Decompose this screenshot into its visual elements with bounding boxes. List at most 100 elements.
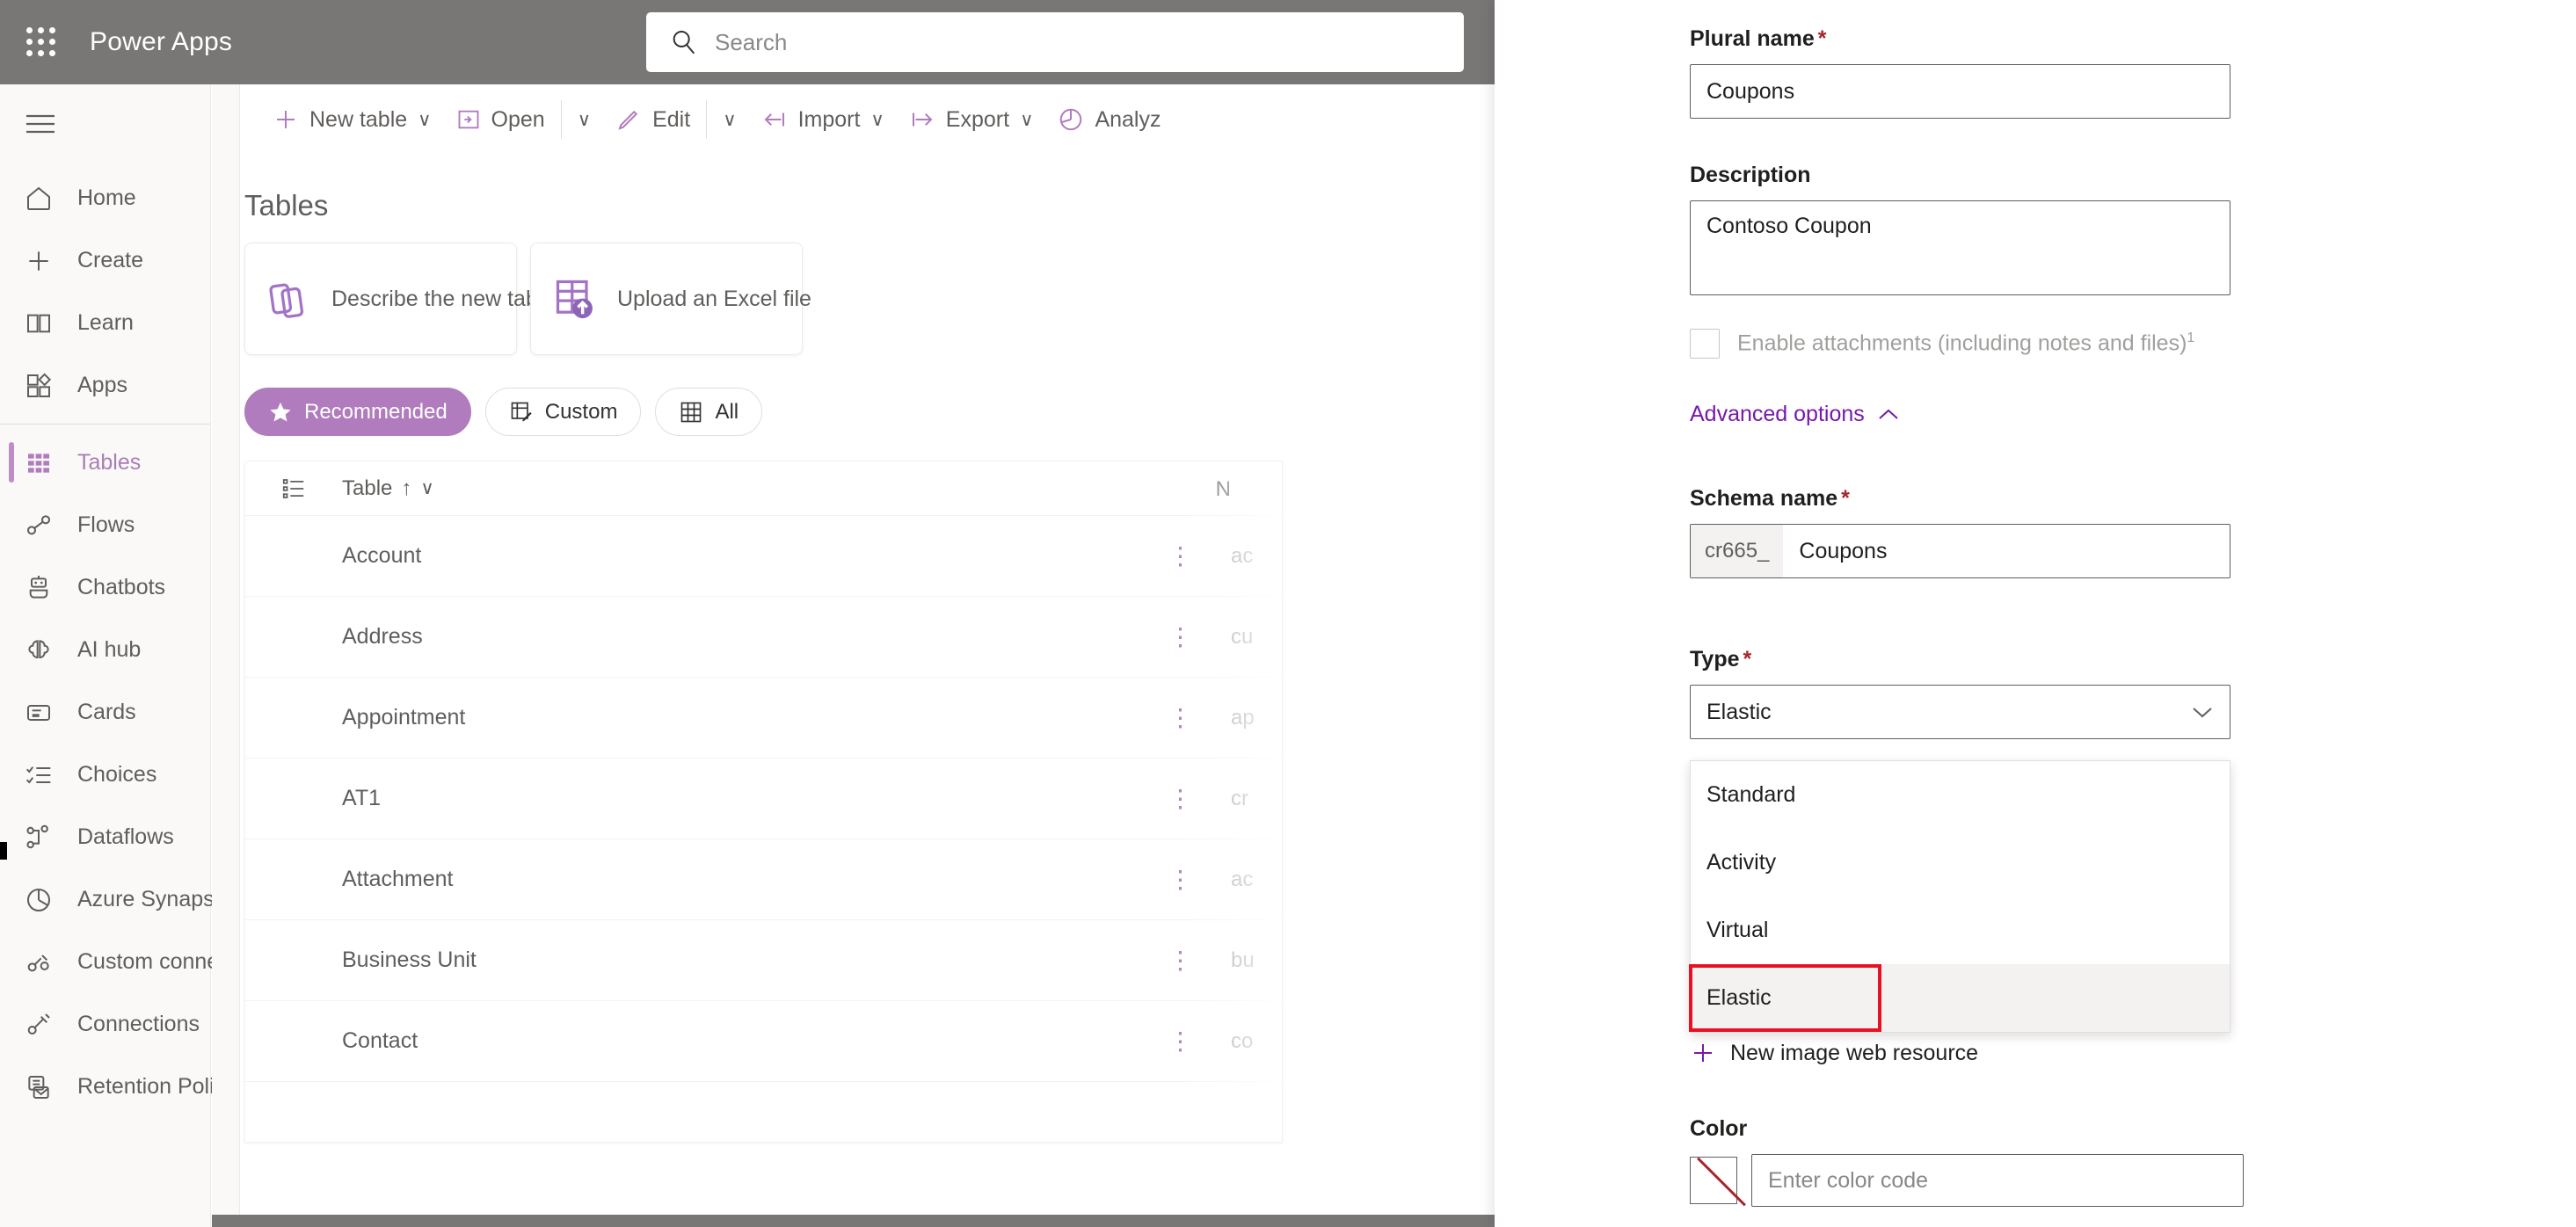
table-schema-cell: cu (1231, 624, 1254, 649)
sidebar-item-create[interactable]: Create (0, 229, 210, 292)
description-textarea[interactable]: Contoso Coupon (1690, 200, 2230, 295)
hamburger-menu-icon[interactable] (0, 84, 211, 163)
sidebar-item-home[interactable]: Home (0, 167, 210, 229)
nav-list: Home Create Learn Apps Tables Flows Chat… (0, 163, 273, 1118)
row-more-options-icon[interactable]: ⋮ (1167, 1027, 1194, 1056)
type-dropdown-button[interactable]: Elastic (1690, 685, 2230, 739)
type-label: Type * (1690, 647, 1752, 672)
tables-grid: Table ↑ ∨ N Account ⋮ ac Address ⋮ cu Ap… (244, 461, 1283, 1143)
search-box[interactable]: Search (646, 12, 1464, 72)
edit-button[interactable]: Edit (603, 94, 702, 145)
chevron-down-icon[interactable]: ∨ (420, 479, 433, 497)
sidebar-item-retention-policies[interactable]: Retention Policies (0, 1056, 253, 1118)
schema-name-input[interactable]: cr665_ Coupons (1690, 524, 2230, 578)
plus-icon (1690, 1040, 1716, 1066)
row-more-options-icon[interactable]: ⋮ (1167, 865, 1194, 894)
column-header-name: N (1215, 477, 1231, 501)
sidebar-item-choices[interactable]: Choices (0, 744, 210, 806)
table-row[interactable]: Appointment ⋮ ap (245, 678, 1282, 759)
type-option-virtual[interactable]: Virtual (1691, 897, 2230, 964)
sort-ascending-icon: ↑ (401, 476, 412, 500)
new-image-web-resource-link[interactable]: New image web resource (1690, 1040, 1978, 1066)
analyze-button[interactable]: Analyz (1045, 94, 1173, 145)
enable-attachments-checkbox[interactable] (1690, 329, 1720, 359)
filter-pill-all[interactable]: All (655, 388, 763, 436)
sidebar-item-label: Chatbots (77, 575, 166, 599)
color-label: Color (1690, 1116, 1748, 1141)
schema-name-value[interactable]: Coupons (1783, 525, 1903, 577)
type-option-activity[interactable]: Activity (1691, 829, 2230, 897)
type-option-elastic-highlight[interactable]: Elastic (1689, 964, 1881, 1032)
sidebar-item-cards[interactable]: Cards (0, 681, 210, 744)
sidebar-item-label: Tables (77, 450, 142, 475)
sidebar-item-connections[interactable]: Connections (0, 993, 210, 1056)
table-row[interactable]: Attachment ⋮ ac (245, 839, 1282, 920)
type-option-elastic[interactable]: Elastic (1689, 964, 2230, 1032)
sidebar-item-label: Connections (77, 1012, 200, 1036)
required-asterisk: * (1743, 647, 1752, 672)
sidebar-item-custom-connectors[interactable]: Custom connectors (0, 931, 266, 993)
filter-pill-recommended[interactable]: Recommended (244, 388, 471, 436)
row-more-options-icon[interactable]: ⋮ (1167, 946, 1194, 975)
open-menu-button[interactable]: ∨ (565, 94, 603, 145)
command-separator (560, 100, 562, 139)
sidebar-item-chatbots[interactable]: Chatbots (0, 556, 210, 619)
new-table-button[interactable]: New table ∨ (260, 94, 444, 145)
sidebar-item-apps[interactable]: Apps (0, 354, 210, 417)
sidebar-item-dataflows[interactable]: Dataflows (0, 806, 210, 868)
command-label: New table (309, 106, 408, 132)
chevron-down-icon[interactable]: ∨ (1020, 111, 1033, 129)
export-button[interactable]: Export ∨ (897, 94, 1046, 145)
edit-menu-button[interactable]: ∨ (710, 94, 748, 145)
app-launcher-icon[interactable] (18, 18, 65, 66)
table-row[interactable]: Account ⋮ ac (245, 516, 1282, 597)
sidebar-item-ai-hub[interactable]: AI hub (0, 619, 210, 681)
sidebar-item-label: Home (77, 185, 136, 210)
book-icon (25, 309, 58, 338)
nav-divider (0, 424, 210, 425)
table-row[interactable]: Business Unit ⋮ bu (245, 920, 1282, 1001)
left-navigation: Home Create Learn Apps Tables Flows Chat… (0, 84, 273, 1227)
row-more-options-icon[interactable]: ⋮ (1167, 703, 1194, 732)
new-table-panel: Plural name * Coupons Description Contoso… (1495, 0, 2576, 1227)
color-code-input[interactable]: Enter color code (1751, 1154, 2244, 1207)
filter-pill-custom[interactable]: Custom (484, 388, 642, 436)
upload-an-excel-file-card[interactable]: Upload an Excel file (530, 243, 811, 355)
chevron-down-icon[interactable]: ∨ (578, 111, 591, 129)
archive-icon (25, 1073, 58, 1101)
sidebar-item-label: Choices (77, 762, 157, 787)
horizontal-scrollbar[interactable] (212, 1215, 1495, 1227)
row-more-options-icon[interactable]: ⋮ (1167, 541, 1194, 570)
type-selected-value: Elastic (1706, 699, 1772, 724)
table-schema-cell: co (1231, 1028, 1254, 1053)
table-row[interactable]: Contact ⋮ co (245, 1001, 1282, 1082)
home-icon (25, 185, 58, 213)
no-color-swatch[interactable] (1690, 1157, 1737, 1204)
type-option-standard[interactable]: Standard (1691, 761, 2230, 829)
describe-the-new-table-card[interactable]: Describe the new table (244, 243, 555, 355)
dataflow-icon (25, 824, 58, 852)
sidebar-item-tables[interactable]: Tables (0, 432, 210, 494)
search-input[interactable]: Search (715, 29, 787, 56)
enable-attachments-row[interactable]: Enable attachments (including notes and … (1690, 329, 2194, 359)
chevron-down-icon[interactable]: ∨ (418, 111, 431, 129)
row-more-options-icon[interactable]: ⋮ (1167, 622, 1194, 651)
open-icon (456, 107, 481, 132)
sidebar-item-learn[interactable]: Learn (0, 292, 210, 354)
description-field: Description Contoso Coupon (1690, 163, 2230, 295)
pie-chart-icon (1058, 106, 1084, 133)
advanced-options-toggle[interactable]: Advanced options (1690, 402, 1900, 427)
row-more-options-icon[interactable]: ⋮ (1167, 784, 1194, 813)
plural-name-input[interactable]: Coupons (1690, 64, 2230, 119)
chevron-down-icon[interactable]: ∨ (870, 111, 884, 129)
import-button[interactable]: Import ∨ (749, 94, 897, 145)
table-row[interactable]: AT1 ⋮ cr (245, 759, 1282, 839)
sidebar-item-azure-synapse-link[interactable]: Azure Synapse Link (0, 868, 273, 931)
column-header-table[interactable]: Table ↑ ∨ (342, 476, 434, 501)
open-button[interactable]: Open (444, 94, 557, 145)
table-row[interactable]: Address ⋮ cu (245, 597, 1282, 678)
footnote-marker: 1 (2187, 330, 2195, 346)
list-view-icon[interactable] (245, 476, 342, 502)
chevron-down-icon[interactable]: ∨ (723, 111, 736, 129)
sidebar-item-flows[interactable]: Flows (0, 494, 210, 556)
